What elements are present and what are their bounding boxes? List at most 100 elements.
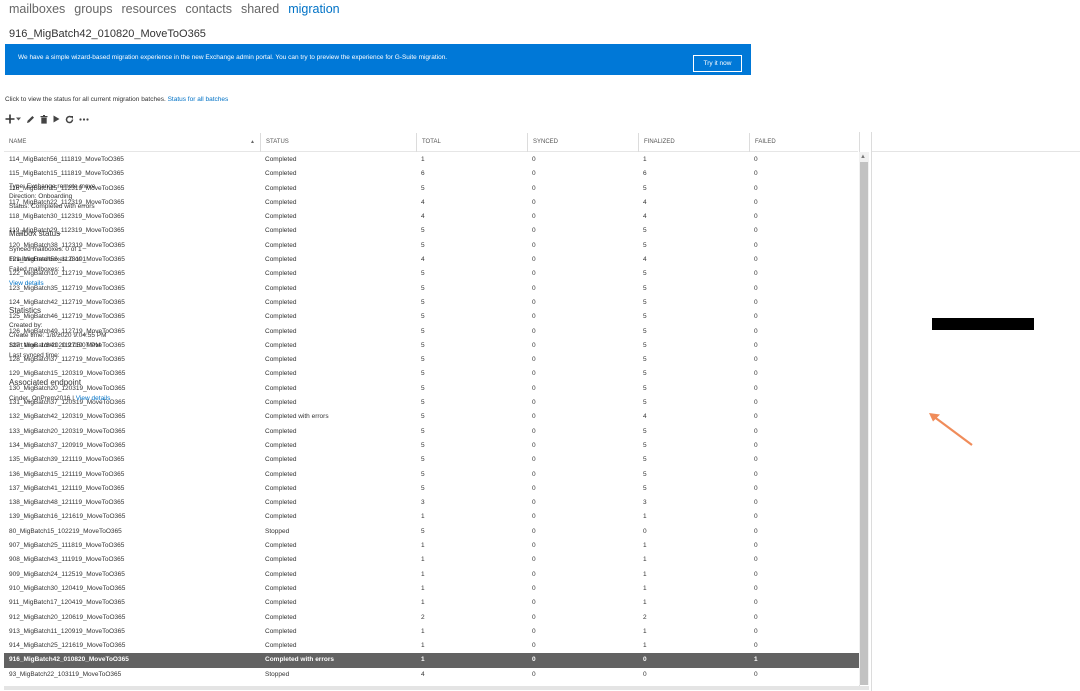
table-row[interactable]: 139_MigBatch16_121619_MoveToO365 Complete… — [4, 510, 859, 524]
col-failed-header[interactable]: FAILED — [749, 133, 859, 152]
cell-synced: 0 — [532, 656, 536, 664]
table-row[interactable]: 133_MigBatch20_120319_MoveToO365 Complete… — [4, 425, 859, 439]
status-all-batches-link[interactable]: Status for all batches — [168, 96, 229, 103]
table-row[interactable]: 93_MigBatch22_103119_MoveToO365 Stopped 4 0… — [4, 668, 859, 682]
table-row[interactable]: 134_MigBatch37_120919_MoveToO365 Complete… — [4, 439, 859, 453]
table-row[interactable]: 137_MigBatch41_121119_MoveToO365 Complete… — [4, 482, 859, 496]
banner-text: We have a simple wizard-based migration … — [18, 54, 448, 61]
scroll-up-icon[interactable]: ▲ — [860, 154, 866, 160]
cell-synced: 0 — [532, 513, 536, 521]
horizontal-scrollbar[interactable] — [4, 686, 869, 690]
table-row[interactable]: 80_MigBatch15_102219_MoveToO365 Stopped 5 0… — [4, 525, 859, 539]
table-row[interactable]: 129_MigBatch15_120319_MoveToO365 Complete… — [4, 367, 859, 381]
delete-icon[interactable] — [40, 114, 48, 124]
col-synced-header[interactable]: SYNCED — [527, 133, 638, 152]
table-row[interactable]: 131_MigBatch37_120319_MoveToO365 Complete… — [4, 396, 859, 410]
table-row[interactable]: 132_MigBatch42_120319_MoveToO365 Complete… — [4, 410, 859, 424]
table-row[interactable]: 115_MigBatch15_111819_MoveToO365 Complete… — [4, 167, 859, 181]
table-row[interactable]: 116_MigBatch15_112319_MoveToO365 Complete… — [4, 182, 859, 196]
cell-finalized: 4 — [643, 256, 647, 264]
cell-status: Completed — [265, 570, 297, 578]
cell-total: 5 — [421, 384, 425, 392]
col-finalized-header[interactable]: FINALIZED — [638, 133, 749, 152]
nav-migration[interactable]: migration — [288, 1, 339, 19]
table-row[interactable]: 121_MigBatch56_112319_MoveToO365 Complete… — [4, 253, 859, 267]
nav-contacts[interactable]: contacts — [185, 1, 232, 19]
cell-finalized: 5 — [643, 470, 647, 478]
cell-total: 5 — [421, 456, 425, 464]
cell-name: 914_MigBatch25_121619_MoveToO365 — [9, 642, 126, 650]
table-row[interactable]: 913_MigBatch11_120919_MoveToO365 Complete… — [4, 625, 859, 639]
table-row[interactable]: 120_MigBatch38_112319_MoveToO365 Complete… — [4, 239, 859, 253]
table-row[interactable]: 911_MigBatch17_120419_MoveToO365 Complete… — [4, 596, 859, 610]
toolbar — [5, 113, 94, 125]
play-icon[interactable] — [53, 115, 60, 123]
cell-name: 135_MigBatch39_121119_MoveToO365 — [9, 456, 125, 464]
cell-finalized: 5 — [643, 427, 647, 435]
table-row[interactable]: 114_MigBatch56_111819_MoveToO365 Complete… — [4, 153, 859, 167]
table-row[interactable]: 125_MigBatch46_112719_MoveToO365 Complete… — [4, 310, 859, 324]
cell-synced: 0 — [532, 156, 536, 163]
table-row[interactable]: 128_MigBatch37_112719_MoveToO365 Complete… — [4, 353, 859, 367]
cell-failed: 0 — [754, 527, 758, 535]
endpoint-view-details-link[interactable]: View details — [76, 395, 111, 402]
table-row[interactable]: 908_MigBatch43_111919_MoveToO365 Complete… — [4, 553, 859, 567]
status-line-text: Click to view the status for all current… — [5, 96, 166, 103]
cell-name: 134_MigBatch37_120919_MoveToO365 — [9, 441, 126, 449]
table-row[interactable]: 118_MigBatch30_112319_MoveToO365 Complete… — [4, 210, 859, 224]
cell-status: Completed — [265, 341, 297, 349]
table-row[interactable]: 130_MigBatch20_120319_MoveToO365 Complete… — [4, 382, 859, 396]
add-icon[interactable] — [5, 114, 15, 124]
table-row-selected[interactable]: 916_MigBatch42_010820_MoveToO365 Complete… — [4, 653, 859, 668]
cell-finalized: 0 — [643, 670, 647, 678]
nav-resources[interactable]: resources — [122, 1, 177, 19]
nav-mailboxes[interactable]: mailboxes — [9, 1, 65, 19]
failed-mailboxes: Failed mailboxes: 1 — [9, 266, 65, 273]
table-row[interactable]: 119_MigBatch29_112319_MoveToO365 Complete… — [4, 224, 859, 238]
refresh-icon[interactable] — [65, 115, 74, 124]
more-icon[interactable] — [79, 117, 89, 121]
table-row[interactable]: 127_MigBatch41_112719_MoveToO365 Complete… — [4, 339, 859, 353]
cell-failed: 0 — [754, 642, 758, 650]
cell-synced: 0 — [532, 370, 536, 378]
cell-total: 5 — [421, 527, 425, 535]
cell-finalized: 0 — [643, 527, 647, 535]
table-scrollbar[interactable]: ▲ — [859, 152, 869, 685]
cell-synced: 0 — [532, 241, 536, 249]
cell-status: Completed — [265, 542, 297, 550]
col-name-header[interactable]: NAME ▲ — [4, 133, 260, 152]
cell-synced: 0 — [532, 313, 536, 321]
table-row[interactable]: 122_MigBatch10_112719_MoveToO365 Complete… — [4, 267, 859, 281]
col-name-label: NAME — [9, 139, 27, 145]
nav-shared[interactable]: shared — [241, 1, 279, 19]
cell-failed: 0 — [754, 184, 758, 192]
col-status-header[interactable]: STATUS — [260, 133, 416, 152]
table-row[interactable]: 126_MigBatch49_112719_MoveToO365 Complete… — [4, 325, 859, 339]
table-row[interactable]: 907_MigBatch25_111819_MoveToO365 Complete… — [4, 539, 859, 553]
cell-name: 910_MigBatch30_120419_MoveToO365 — [9, 584, 126, 592]
try-it-now-button[interactable]: Try it now — [693, 55, 742, 72]
table-row[interactable]: 136_MigBatch15_121119_MoveToO365 Complete… — [4, 468, 859, 482]
cell-finalized: 2 — [643, 613, 647, 621]
table-row[interactable]: 135_MigBatch39_121119_MoveToO365 Complete… — [4, 453, 859, 467]
cell-status: Completed — [265, 456, 297, 464]
col-total-header[interactable]: TOTAL — [416, 133, 527, 152]
cell-synced: 0 — [532, 427, 536, 435]
scrollbar-thumb[interactable] — [860, 162, 868, 685]
table-row[interactable]: 910_MigBatch30_120419_MoveToO365 Complete… — [4, 582, 859, 596]
table-row[interactable]: 117_MigBatch22_112319_MoveToO365 Complete… — [4, 196, 859, 210]
table-row[interactable]: 912_MigBatch20_120619_MoveToO365 Complete… — [4, 611, 859, 625]
table-row[interactable]: 914_MigBatch25_121619_MoveToO365 Complete… — [4, 639, 859, 653]
cell-failed: 0 — [754, 270, 758, 278]
table-row[interactable]: 138_MigBatch48_121119_MoveToO365 Complete… — [4, 496, 859, 510]
edit-icon[interactable] — [26, 115, 35, 124]
view-details-link[interactable]: View details — [9, 280, 44, 287]
chevron-down-icon[interactable] — [16, 117, 21, 121]
table-row[interactable]: 124_MigBatch42_112719_MoveToO365 Complete… — [4, 296, 859, 310]
table-row[interactable]: 909_MigBatch24_112519_MoveToO365 Complete… — [4, 568, 859, 582]
table-row[interactable]: 123_MigBatch35_112719_MoveToO365 Complete… — [4, 282, 859, 296]
cell-total: 4 — [421, 256, 425, 264]
cell-failed: 0 — [754, 327, 758, 335]
nav-groups[interactable]: groups — [74, 1, 112, 19]
cell-total: 5 — [421, 356, 425, 364]
